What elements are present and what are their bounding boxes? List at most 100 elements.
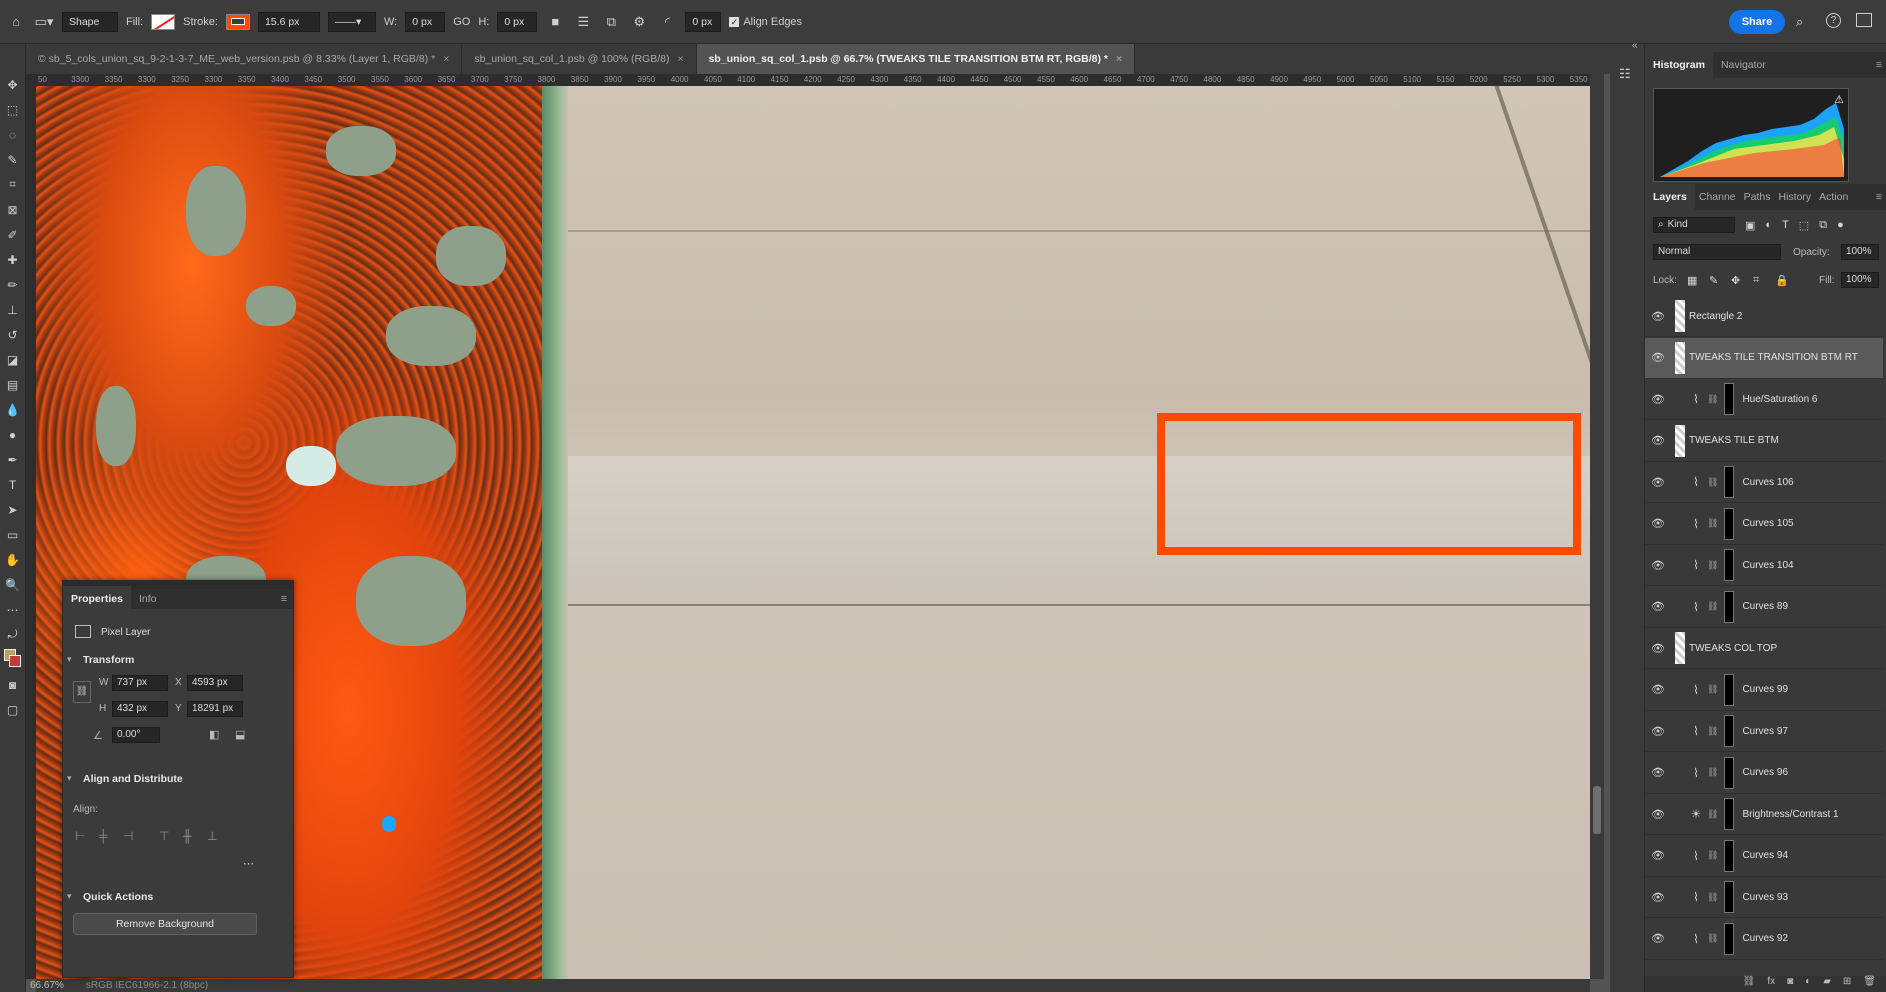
layer-row[interactable]: 👁 ⌇ ⛓ Curves 92	[1645, 919, 1883, 960]
zoom-level[interactable]: 66.67%	[30, 980, 64, 991]
visibility-eye-icon[interactable]: 👁	[1645, 642, 1671, 655]
tab-navigator[interactable]: Navigator	[1713, 52, 1774, 78]
opacity-field[interactable]: 100%	[1841, 244, 1879, 260]
layer-mask-thumbnail[interactable]	[1724, 507, 1735, 540]
lasso-tool-icon[interactable]: ◌	[3, 122, 23, 147]
tab-document-1[interactable]: © sb_5_cols_union_sq_9-2-1-3-7_ME_web_ve…	[26, 44, 463, 74]
trash-icon[interactable]: 🗑	[1863, 976, 1876, 992]
color-swatches[interactable]	[3, 647, 23, 672]
hand-tool-icon[interactable]: ✋	[3, 547, 23, 572]
chain-link-icon[interactable]: ⛓	[1707, 850, 1718, 861]
path-select-tool-icon[interactable]: ➤	[3, 497, 23, 522]
properties-panel-icon[interactable]: ☷	[1619, 66, 1631, 82]
pen-tool-icon[interactable]: ✒	[3, 447, 23, 472]
visibility-eye-icon[interactable]: 👁	[1645, 310, 1671, 323]
layer-mask-thumbnail[interactable]	[1724, 673, 1735, 706]
remove-background-button[interactable]: Remove Background	[73, 913, 257, 935]
filter-smart-object-icon[interactable]: ⧉	[1819, 219, 1827, 232]
layer-mask-thumbnail[interactable]	[1724, 881, 1735, 913]
crop-tool-icon[interactable]: ⌗	[3, 172, 23, 197]
help-icon[interactable]: ?	[1826, 13, 1841, 28]
layer-mask-thumbnail[interactable]	[1724, 590, 1735, 623]
layer-thumbnail[interactable]	[1675, 300, 1685, 332]
lock-artboard-icon[interactable]: ⌗	[1753, 274, 1759, 287]
quick-mask-icon[interactable]: ◙	[3, 672, 23, 697]
layer-mask-thumbnail[interactable]	[1724, 383, 1735, 415]
align-edges-checkbox[interactable]: ✓ Align Edges	[729, 16, 802, 28]
layer-row[interactable]: 👁 ☀ ⛓ Brightness/Contrast 1	[1645, 794, 1883, 835]
visibility-eye-icon[interactable]: 👁	[1645, 932, 1671, 945]
close-icon[interactable]: ×	[1116, 53, 1122, 65]
layer-mask-thumbnail[interactable]	[1724, 798, 1735, 830]
chain-link-icon[interactable]: ⛓	[1707, 933, 1718, 944]
new-adjustment-icon[interactable]: ◐	[1805, 976, 1811, 992]
lock-transparent-icon[interactable]: ▦	[1687, 274, 1697, 287]
layer-row[interactable]: 👁 ⌇ ⛓ Curves 93	[1645, 877, 1883, 918]
flip-vertical-icon[interactable]: ⬓	[235, 728, 245, 741]
eraser-tool-icon[interactable]: ◪	[3, 347, 23, 372]
layer-mask-thumbnail[interactable]	[1724, 715, 1735, 747]
tab-histogram[interactable]: Histogram	[1645, 52, 1713, 78]
link-proportions-icon[interactable]: ⛓	[73, 681, 91, 703]
chain-link-icon[interactable]: ⛓	[1707, 726, 1718, 737]
layer-mask-thumbnail[interactable]	[1724, 549, 1735, 581]
layer-thumbnail[interactable]	[1675, 341, 1685, 374]
dodge-tool-icon[interactable]: ●	[3, 422, 23, 447]
layer-row[interactable]: 👁 ⌇ ⛓ Curves 99	[1645, 670, 1883, 711]
visibility-eye-icon[interactable]: 👁	[1645, 766, 1671, 779]
chevron-down-icon[interactable]: ▾	[67, 891, 72, 902]
stroke-swatch[interactable]	[225, 13, 250, 30]
stamp-tool-icon[interactable]: ⊥	[3, 297, 23, 322]
layer-row[interactable]: 👁 ⌇ ⛓ Hue/Saturation 6	[1645, 379, 1883, 420]
filter-adjustment-icon[interactable]: ◐	[1765, 219, 1772, 231]
visibility-eye-icon[interactable]: 👁	[1645, 725, 1671, 738]
path-alignment-icon[interactable]: ☰	[573, 12, 593, 32]
screen-mode-icon[interactable]: ▢	[3, 697, 23, 722]
fill-field[interactable]: 100%	[1841, 272, 1879, 288]
close-icon[interactable]: ×	[677, 53, 683, 65]
swap-colors-icon[interactable]: ⤾	[3, 622, 23, 647]
fill-swatch[interactable]	[151, 13, 176, 30]
align-right-icon[interactable]: ⊣	[123, 829, 133, 843]
layer-row[interactable]: 👁 TWEAKS COL TOP	[1645, 628, 1883, 669]
chain-link-icon[interactable]: ⛓	[1707, 809, 1718, 820]
layer-row[interactable]: 👁 ⌇ ⛓ Curves 105	[1645, 504, 1883, 545]
filter-toggle-icon[interactable]: ●	[1837, 219, 1844, 231]
move-tool-icon[interactable]: ✥	[3, 72, 23, 97]
corner-radius-field[interactable]: 0 px	[685, 11, 722, 32]
align-section-title[interactable]: Align and Distribute	[83, 773, 183, 785]
share-button[interactable]: Share	[1729, 10, 1785, 34]
stroke-width-field[interactable]: 15.6 px	[257, 11, 320, 32]
visibility-eye-icon[interactable]: 👁	[1645, 808, 1671, 821]
visibility-eye-icon[interactable]: 👁	[1645, 393, 1671, 406]
link-wh-button[interactable]: GO	[453, 16, 470, 28]
visibility-eye-icon[interactable]: 👁	[1645, 476, 1671, 489]
tab-info[interactable]: Info	[131, 586, 165, 612]
tab-layers[interactable]: Layers	[1645, 184, 1695, 210]
chain-link-icon[interactable]: ⛓	[1707, 394, 1718, 405]
add-mask-icon[interactable]: ◙	[1787, 976, 1793, 992]
visibility-eye-icon[interactable]: 👁	[1645, 559, 1671, 572]
path-operations-icon[interactable]: ■	[545, 12, 565, 32]
blur-tool-icon[interactable]: 💧	[3, 397, 23, 422]
align-center-h-icon[interactable]: ╪	[99, 829, 108, 843]
tab-channels[interactable]: Channe	[1695, 184, 1740, 210]
filter-type-icon[interactable]: T	[1782, 219, 1789, 231]
align-top-icon[interactable]: ⊤	[159, 829, 169, 843]
width-field[interactable]: 737 px	[112, 675, 168, 691]
home-icon[interactable]: ⌂	[6, 12, 26, 32]
layer-mask-thumbnail[interactable]	[1724, 756, 1735, 789]
width-field[interactable]: 0 px	[405, 11, 446, 32]
close-icon[interactable]: ×	[443, 53, 449, 65]
visibility-eye-icon[interactable]: 👁	[1645, 683, 1671, 696]
link-layers-icon[interactable]: ⛓	[1743, 976, 1756, 992]
lock-position-icon[interactable]: ✥	[1731, 274, 1740, 287]
layer-row[interactable]: 👁 ⌇ ⛓ Curves 106	[1645, 462, 1883, 503]
brush-tool-icon[interactable]: ✏	[3, 272, 23, 297]
gradient-tool-icon[interactable]: ▤	[3, 372, 23, 397]
rectangle-shape-outline[interactable]	[1157, 413, 1581, 555]
shape-tool-preset-icon[interactable]: ▭▾	[34, 12, 54, 32]
path-arrangement-icon[interactable]: ⧉	[601, 12, 621, 32]
tab-document-3[interactable]: sb_union_sq_col_1.psb @ 66.7% (TWEAKS TI…	[696, 44, 1136, 74]
layer-row[interactable]: 👁 TWEAKS TILE TRANSITION BTM RT	[1645, 337, 1883, 379]
